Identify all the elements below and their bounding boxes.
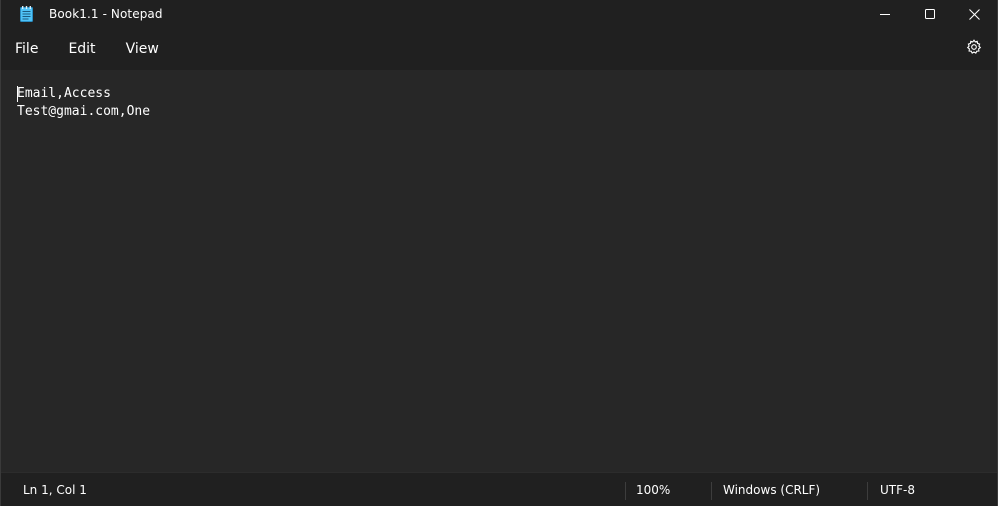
minimize-icon — [879, 9, 890, 19]
status-divider — [625, 482, 626, 500]
menu-bar: File Edit View — [1, 28, 997, 70]
editor-content[interactable]: Email,Access Test@gmai.com,One — [17, 85, 150, 121]
zoom-level[interactable]: 100% — [636, 473, 670, 506]
status-divider — [711, 482, 712, 500]
notepad-icon — [19, 6, 33, 22]
cursor-position: Ln 1, Col 1 — [23, 483, 87, 497]
caption-buttons — [862, 0, 997, 28]
minimize-button[interactable] — [862, 0, 907, 28]
close-button[interactable] — [952, 0, 997, 28]
status-bar: Ln 1, Col 1 100% Windows (CRLF) UTF-8 — [1, 472, 997, 506]
line-ending[interactable]: Windows (CRLF) — [723, 473, 820, 506]
editor-line: Test@gmai.com,One — [17, 104, 151, 119]
notepad-window: Book1.1 - Notepad File Edit View Email,A… — [0, 0, 998, 506]
settings-button[interactable] — [965, 39, 983, 59]
title-bar[interactable]: Book1.1 - Notepad — [1, 0, 997, 28]
editor-line: Email,Access — [17, 86, 111, 101]
window-title: Book1.1 - Notepad — [49, 7, 163, 21]
maximize-button[interactable] — [907, 0, 952, 28]
text-editor[interactable]: Email,Access Test@gmai.com,One — [1, 70, 997, 472]
menu-edit[interactable]: Edit — [58, 35, 105, 63]
status-divider — [867, 482, 868, 500]
encoding[interactable]: UTF-8 — [880, 473, 915, 506]
menu-view[interactable]: View — [116, 35, 169, 63]
menu-file[interactable]: File — [5, 35, 48, 63]
gear-icon — [966, 39, 982, 59]
maximize-icon — [924, 9, 935, 19]
text-caret — [17, 86, 18, 102]
close-icon — [969, 8, 980, 20]
